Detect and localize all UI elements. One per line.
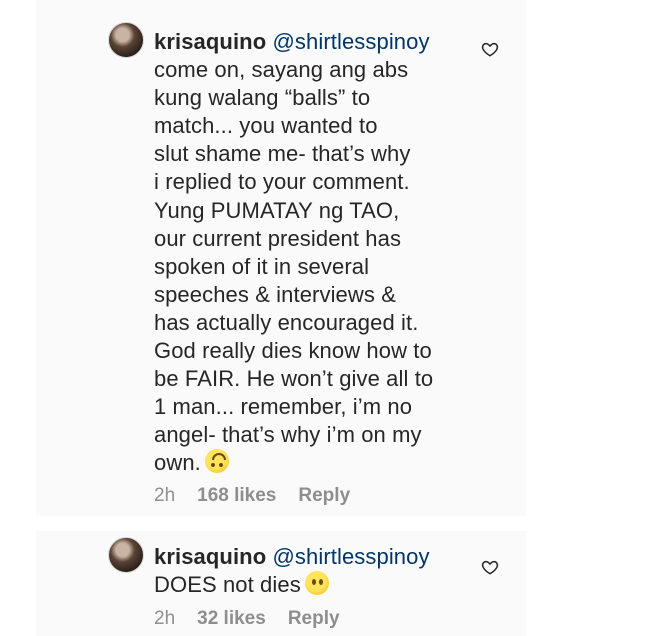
face-without-mouth-icon	[304, 571, 329, 596]
comment-card: krisaquino @shirtlesspinoy DOES not dies …	[36, 531, 526, 636]
heart-outline-icon[interactable]	[481, 558, 499, 576]
comment-username[interactable]: krisaquino	[154, 29, 266, 54]
comment-mention[interactable]: @shirtlesspinoy	[272, 29, 429, 54]
comment-time: 2h	[154, 485, 176, 506]
reply-button[interactable]: Reply	[288, 608, 340, 629]
comment-mention[interactable]: @shirtlesspinoy	[272, 544, 429, 569]
comment-username[interactable]: krisaquino	[154, 544, 266, 569]
comment-meta: 2h 32 likes Reply	[154, 608, 362, 630]
avatar[interactable]	[108, 22, 144, 58]
comment-card: krisaquino @shirtlesspinoy come on, sayan…	[36, 0, 526, 516]
upside-down-face-icon	[204, 449, 229, 474]
reply-button[interactable]: Reply	[298, 485, 350, 506]
comment-body: krisaquino @shirtlesspinoy come on, sayan…	[154, 28, 484, 478]
avatar[interactable]	[108, 537, 144, 573]
comment-text: DOES not dies	[154, 572, 301, 598]
comment-meta: 2h 168 likes Reply	[154, 485, 372, 507]
likes-count[interactable]: 168 likes	[197, 485, 276, 506]
comment-body: krisaquino @shirtlesspinoy DOES not dies	[154, 543, 484, 599]
likes-count[interactable]: 32 likes	[197, 608, 266, 629]
comment-time: 2h	[154, 608, 176, 629]
comment-text: come on, sayang ang abs kung walang “bal…	[154, 57, 434, 476]
heart-outline-icon[interactable]	[481, 40, 499, 58]
